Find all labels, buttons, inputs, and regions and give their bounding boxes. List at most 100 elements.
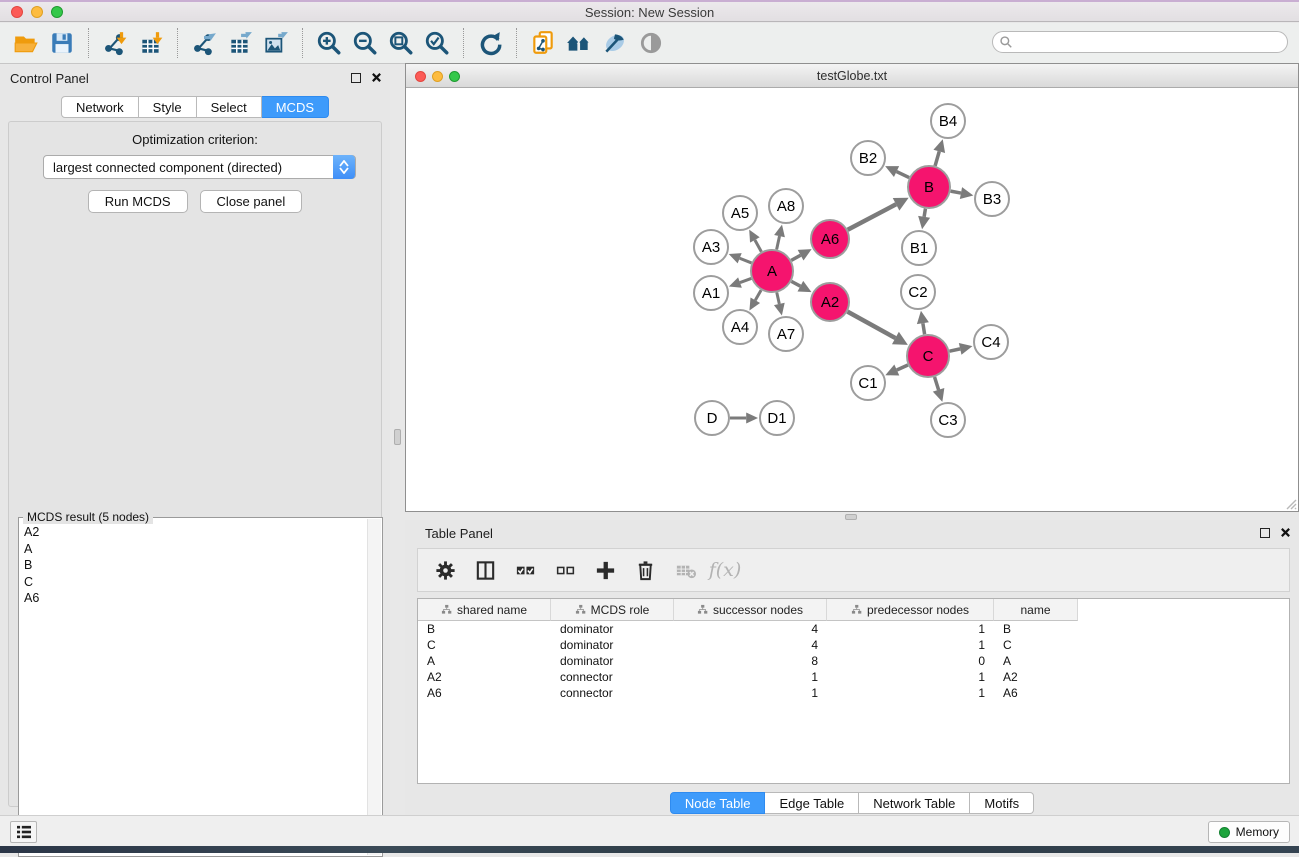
duplicate-network-button[interactable]: [525, 27, 561, 59]
mcds-result-item[interactable]: A6: [20, 590, 367, 607]
tab-select[interactable]: Select: [197, 96, 262, 118]
unselect-all-rows-button[interactable]: [548, 553, 582, 587]
table-cell[interactable]: 1: [674, 685, 827, 701]
edge-A-A4[interactable]: [755, 290, 761, 300]
export-image-button[interactable]: [258, 27, 294, 59]
edge-C-C3[interactable]: [935, 377, 939, 390]
run-mcds-button[interactable]: Run MCDS: [88, 190, 188, 213]
table-cell[interactable]: connector: [551, 685, 674, 701]
show-graphics-details-button[interactable]: [597, 27, 633, 59]
vertical-splitter-handle[interactable]: [394, 429, 401, 445]
table-cell[interactable]: 4: [674, 637, 827, 653]
column-header-MCDS-role[interactable]: MCDS role: [551, 599, 674, 621]
close-panel-icon[interactable]: [371, 72, 382, 83]
edge-C-C2[interactable]: [923, 323, 925, 334]
tab-node-table[interactable]: Node Table: [670, 792, 766, 814]
table-cell[interactable]: 0: [827, 653, 994, 669]
edge-B-B3[interactable]: [951, 191, 961, 193]
zoom-out-button[interactable]: [347, 27, 383, 59]
tab-motifs[interactable]: Motifs: [970, 792, 1034, 814]
table-row[interactable]: A6connector11A6: [418, 685, 1289, 701]
edge-B-B1[interactable]: [924, 209, 925, 217]
table-cell[interactable]: A: [418, 653, 551, 669]
edge-C-C1[interactable]: [897, 365, 908, 370]
table-row[interactable]: Bdominator41B: [418, 621, 1289, 637]
network-canvas[interactable]: B4B2BB3A5A8A6B1A3AA1C2A2A4A7C4CC1DD1C3: [407, 89, 1297, 510]
edge-A-A6[interactable]: [791, 255, 800, 260]
tab-mcds[interactable]: MCDS: [262, 96, 329, 118]
export-network-button[interactable]: [186, 27, 222, 59]
table-cell[interactable]: A2: [418, 669, 551, 685]
table-cell[interactable]: B: [994, 621, 1078, 637]
refresh-button[interactable]: [472, 27, 508, 59]
table-cell[interactable]: 8: [674, 653, 827, 669]
zoom-selected-button[interactable]: [419, 27, 455, 59]
table-cell[interactable]: A: [994, 653, 1078, 669]
float-panel-icon[interactable]: [351, 73, 361, 83]
optimization-criterion-select[interactable]: largest connected component (directed): [43, 155, 356, 179]
edge-A6-B[interactable]: [848, 204, 896, 229]
mcds-result-item[interactable]: A: [20, 541, 367, 558]
save-session-button[interactable]: [44, 27, 80, 59]
export-table-button[interactable]: [222, 27, 258, 59]
task-history-button[interactable]: [10, 821, 37, 843]
tab-network[interactable]: Network: [61, 96, 139, 118]
eye-button[interactable]: [633, 27, 669, 59]
edge-A-A1[interactable]: [740, 278, 751, 282]
table-cell[interactable]: 1: [674, 669, 827, 685]
column-header-name[interactable]: name: [994, 599, 1078, 621]
zoom-in-button[interactable]: [311, 27, 347, 59]
table-cell[interactable]: A2: [994, 669, 1078, 685]
table-cell[interactable]: dominator: [551, 637, 674, 653]
import-network-button[interactable]: [97, 27, 133, 59]
search-input[interactable]: [1013, 33, 1287, 51]
close-table-panel-icon[interactable]: [1280, 527, 1291, 538]
edge-B-B2[interactable]: [897, 172, 910, 178]
column-header-shared-name[interactable]: shared name: [418, 599, 551, 621]
search-box[interactable]: [992, 31, 1288, 53]
edge-A2-C[interactable]: [848, 312, 896, 338]
edge-A-A2[interactable]: [791, 281, 800, 286]
table-cell[interactable]: C: [418, 637, 551, 653]
mcds-result-item[interactable]: A2: [20, 524, 367, 541]
table-cell[interactable]: 4: [674, 621, 827, 637]
zoom-fit-button[interactable]: [383, 27, 419, 59]
table-cell[interactable]: C: [994, 637, 1078, 653]
select-all-rows-button[interactable]: [508, 553, 542, 587]
table-row[interactable]: Adominator80A: [418, 653, 1289, 669]
tab-edge-table[interactable]: Edge Table: [765, 792, 859, 814]
column-header-successor-nodes[interactable]: successor nodes: [674, 599, 827, 621]
table-cell[interactable]: 1: [827, 685, 994, 701]
edge-A-A7[interactable]: [777, 292, 780, 303]
show-columns-button[interactable]: [468, 553, 502, 587]
tab-network-table[interactable]: Network Table: [859, 792, 970, 814]
mcds-result-item[interactable]: C: [20, 574, 367, 591]
network-graph[interactable]: B4B2BB3A5A8A6B1A3AA1C2A2A4A7C4CC1DD1C3: [407, 89, 1297, 511]
memory-button[interactable]: Memory: [1208, 821, 1290, 843]
delete-column-button[interactable]: [628, 553, 662, 587]
column-header-predecessor-nodes[interactable]: predecessor nodes: [827, 599, 994, 621]
table-cell[interactable]: 1: [827, 669, 994, 685]
table-row[interactable]: Cdominator41C: [418, 637, 1289, 653]
edge-B-B4[interactable]: [935, 151, 939, 165]
table-cell[interactable]: dominator: [551, 621, 674, 637]
resize-grip-icon[interactable]: [1283, 496, 1297, 510]
edge-A-A3[interactable]: [740, 258, 752, 263]
table-cell[interactable]: dominator: [551, 653, 674, 669]
table-cell[interactable]: 1: [827, 637, 994, 653]
result-scrollbar[interactable]: [367, 519, 381, 855]
add-column-button[interactable]: [588, 553, 622, 587]
table-cell[interactable]: 1: [827, 621, 994, 637]
edge-A-A5[interactable]: [755, 240, 761, 252]
table-cell[interactable]: connector: [551, 669, 674, 685]
table-row[interactable]: A2connector11A2: [418, 669, 1289, 685]
import-table-button[interactable]: [133, 27, 169, 59]
edge-A-A8[interactable]: [777, 236, 780, 249]
float-table-panel-icon[interactable]: [1260, 528, 1270, 538]
table-cell[interactable]: A6: [994, 685, 1078, 701]
table-cell[interactable]: B: [418, 621, 551, 637]
table-settings-button[interactable]: [428, 553, 462, 587]
home-button[interactable]: [561, 27, 597, 59]
close-panel-button[interactable]: Close panel: [200, 190, 303, 213]
mcds-result-item[interactable]: B: [20, 557, 367, 574]
